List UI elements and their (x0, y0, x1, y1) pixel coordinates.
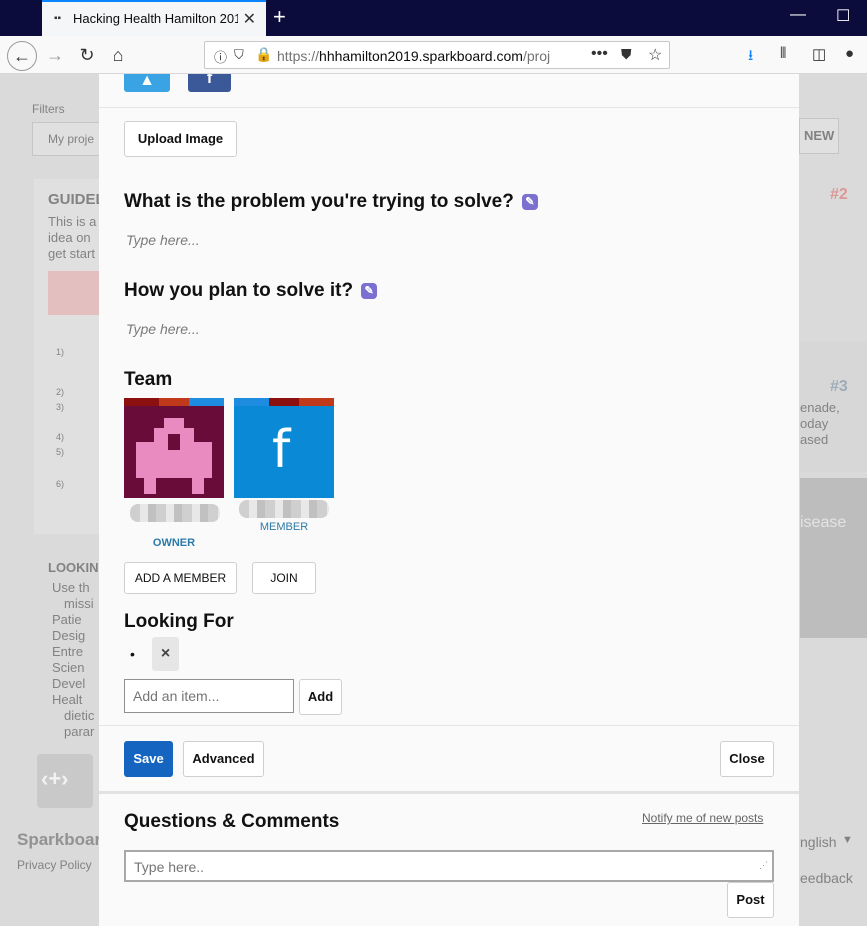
account-icon[interactable]: ● (845, 45, 854, 62)
comments-heading: Questions & Comments (124, 811, 340, 832)
browser-navbar: ← → ↻ ⌂ ⓘ ⛉ 🔒 https://hhhamilton2019.spa… (0, 36, 867, 74)
comment-input[interactable]: Type here.. ⋰ (124, 850, 774, 882)
add-member-button[interactable]: ADD A MEMBER (124, 562, 237, 594)
facebook-f-icon: f (272, 420, 291, 480)
bullet: • (130, 646, 135, 662)
solution-field[interactable]: Type here... (126, 321, 200, 337)
avatar-stripe (124, 398, 224, 406)
team-heading: Team (124, 369, 173, 390)
home-icon[interactable]: ⌂ (104, 41, 132, 69)
pencil-icon[interactable]: ✎ (521, 194, 538, 210)
reload-icon[interactable]: ↻ (73, 41, 101, 69)
upload-image-button[interactable]: Upload Image (124, 121, 237, 157)
divider (99, 107, 799, 108)
avatar-pixel (144, 478, 156, 494)
advanced-button[interactable]: Advanced (183, 741, 264, 777)
download-icon[interactable]: ⭳ (748, 45, 753, 70)
tab-title: Hacking Health Hamilton 2019 (73, 11, 238, 26)
url-host: hhhamilton2019.sparkboard.com (319, 48, 523, 64)
shield-icon[interactable]: ⛉ (234, 47, 244, 63)
member-name-redacted (239, 500, 329, 518)
twitter-icon: ▲ (139, 74, 155, 89)
url-path: /proj (522, 48, 551, 64)
divider (99, 725, 799, 726)
more-icon[interactable]: ••• (591, 45, 608, 63)
forward-icon[interactable]: → (41, 41, 69, 69)
library-icon[interactable]: ⫴ (780, 45, 786, 62)
add-item-input[interactable] (124, 679, 294, 713)
looking-for-heading: Looking For (124, 611, 234, 632)
facebook-icon: f (206, 74, 213, 87)
owner-role-label: OWNER (152, 537, 196, 549)
section-divider (99, 791, 799, 794)
sidebar-icon[interactable]: ◫ (812, 45, 826, 63)
browser-tab[interactable]: ▪▪ Hacking Health Hamilton 2019 ✕ (42, 0, 266, 36)
solution-heading-text: How you plan to solve it? (124, 280, 354, 301)
problem-heading-text: What is the problem you're trying to sol… (124, 191, 514, 212)
close-tab-icon[interactable]: ✕ (243, 9, 256, 29)
add-item-button[interactable]: Add (299, 679, 342, 715)
remove-item-button[interactable]: × (152, 637, 179, 671)
notify-link[interactable]: Notify me of new posts (642, 811, 763, 825)
pencil-icon[interactable]: ✎ (361, 283, 378, 299)
solution-heading: How you plan to solve it? ✎ (124, 280, 378, 302)
url-prefix: https:// (277, 48, 320, 64)
avatar-pixel (192, 478, 204, 494)
close-button[interactable]: Close (720, 741, 774, 777)
problem-heading: What is the problem you're trying to sol… (124, 191, 538, 213)
url-text[interactable]: https://hhhamilton2019.sparkboard.com/pr… (277, 48, 557, 64)
bookmark-star-icon[interactable]: ☆ (648, 45, 662, 65)
info-icon[interactable]: ⓘ (214, 47, 227, 66)
member-role-label: MEMBER (259, 521, 309, 533)
post-button[interactable]: Post (727, 882, 774, 918)
twitter-share-button[interactable]: ▲ (124, 74, 170, 92)
url-bar[interactable]: ⓘ ⛉ 🔒 https://hhhamilton2019.sparkboard.… (204, 41, 670, 69)
new-tab-icon[interactable]: + (273, 4, 286, 30)
facebook-share-button[interactable]: f (188, 74, 231, 92)
comment-placeholder: Type here.. (134, 859, 205, 875)
project-edit-modal: ▲ f Upload Image What is the problem you… (99, 74, 799, 926)
owner-name-redacted (130, 504, 220, 522)
avatar-stripe (234, 398, 334, 406)
save-button[interactable]: Save (124, 741, 173, 777)
resize-handle-icon[interactable]: ⋰ (759, 850, 768, 880)
lock-icon[interactable]: 🔒 (255, 46, 272, 63)
join-button[interactable]: JOIN (252, 562, 316, 594)
owner-avatar[interactable] (124, 398, 224, 498)
browser-titlebar: ▪▪ Hacking Health Hamilton 2019 ✕ + — ☐ (0, 0, 867, 36)
minimize-icon[interactable]: — (790, 6, 806, 24)
member-avatar[interactable]: f (234, 398, 334, 498)
pocket-icon[interactable]: ⛊ (621, 46, 632, 63)
problem-field[interactable]: Type here... (126, 232, 200, 248)
grid-icon: ▪▪ (54, 13, 62, 24)
maximize-icon[interactable]: ☐ (836, 6, 850, 26)
back-icon[interactable]: ← (7, 41, 37, 71)
avatar-pixel (168, 434, 180, 450)
